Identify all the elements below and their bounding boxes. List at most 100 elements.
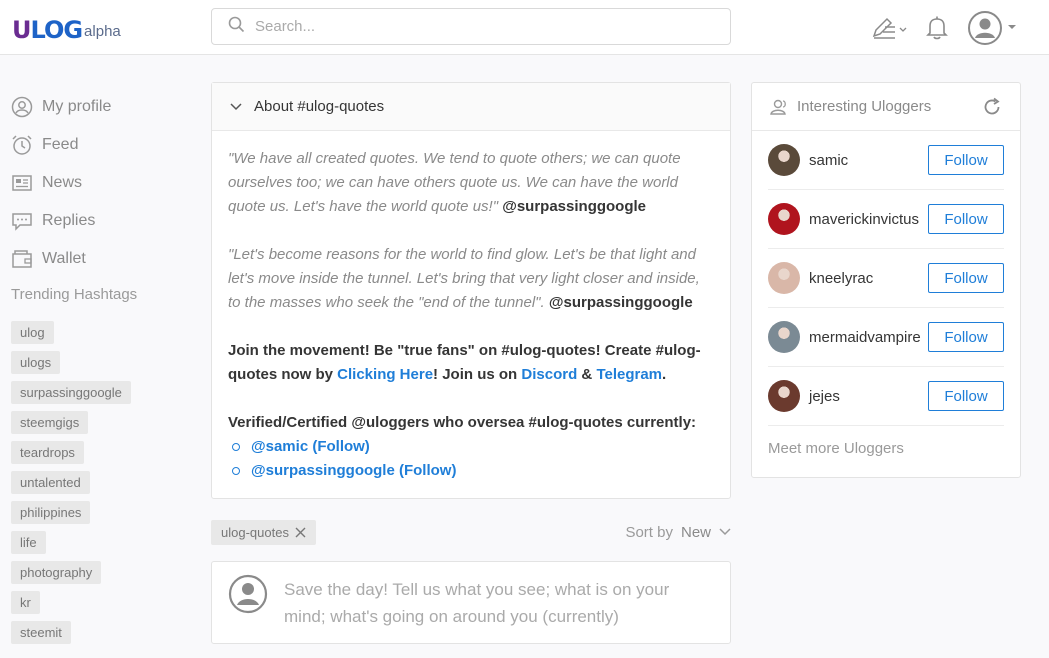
nav-news[interactable]: News [11,164,191,202]
trending-hashtags-title: Trending Hashtags [11,286,138,303]
uloggers-header: Interesting Uloggers [752,83,1020,131]
refresh-icon[interactable] [982,97,1002,117]
news-icon [12,175,32,191]
ulogger-info: jejes [768,380,840,412]
about-body: "We have all created quotes. We tend to … [212,131,730,483]
ulogger-name[interactable]: mermaidvampire [809,329,921,346]
nav-label: Wallet [42,250,86,267]
join-text: ! Join us on [433,366,518,383]
tag-chip[interactable]: teardrops [11,441,84,464]
about-header[interactable]: About #ulog-quotes [212,83,730,131]
ulogger-row: maverickinvictus Follow [768,190,1004,249]
tag-chip[interactable]: ulog [11,321,54,344]
compose-box[interactable]: Save the day! Tell us what you see; what… [211,561,731,644]
tag-chip[interactable]: untalented [11,471,90,494]
telegram-link[interactable]: Telegram [596,366,662,383]
clock-icon [12,135,32,155]
nav-label: Feed [42,136,79,153]
top-header: ULOG alpha [0,0,1049,55]
user-avatar-icon [228,574,268,614]
interesting-uloggers-card: Interesting Uloggers samic Follow maveri… [751,82,1021,478]
join-paragraph: Join the movement! Be "true fans" on #ul… [228,339,714,387]
ulogger-row: samic Follow [768,131,1004,190]
nav-label: Replies [42,212,96,229]
verified-list: @samic (Follow) @surpassinggoogle (Follo… [228,435,714,483]
ulogger-row: kneelyrac Follow [768,249,1004,308]
tag-chip[interactable]: steemgigs [11,411,89,434]
meet-more-uloggers-link[interactable]: Meet more Uloggers [768,440,1004,457]
join-amp: & [581,366,593,383]
ulogger-avatar[interactable] [768,203,800,235]
tag-chip[interactable]: steemit [11,621,71,644]
search-input[interactable] [255,18,695,35]
verified-title: Verified/Certified @uloggers who oversea… [228,414,697,431]
uloggers-title: Interesting Uloggers [797,98,932,115]
tag-chip[interactable]: philippines [11,501,91,524]
users-icon [770,99,786,115]
sort-value: New [680,523,711,541]
search-box[interactable] [211,8,731,45]
active-tag-chip[interactable]: ulog-quotes [211,519,316,545]
ulogger-info: kneelyrac [768,262,873,294]
tag-chip[interactable]: surpassinggoogle [11,381,131,404]
ulogger-avatar[interactable] [768,262,800,294]
ulogger-row: jejes Follow [768,367,1004,426]
join-end: . [662,366,667,383]
follow-button[interactable]: Follow [928,322,1004,352]
ulogger-info: samic [768,144,848,176]
tag-chip[interactable]: life [11,531,46,554]
sort-control[interactable]: Sort by New [625,524,731,541]
active-tag-label: ulog-quotes [221,524,289,540]
chevron-down-icon [230,102,242,110]
ulogger-avatar[interactable] [768,144,800,176]
close-icon[interactable] [295,527,306,538]
uloggers-list: samic Follow maverickinvictus Follow kne… [752,131,1020,426]
nav-feed[interactable]: Feed [11,126,191,164]
logo-mark: ULOG [12,16,83,44]
tag-chip[interactable]: ulogs [11,351,61,374]
ulog-logo[interactable]: ULOG alpha [12,12,121,48]
nav-replies[interactable]: Replies [11,202,191,240]
follow-button[interactable]: Follow [928,204,1004,234]
quote-paragraph-1: "We have all created quotes. We tend to … [228,147,714,219]
ulogger-name[interactable]: kneelyrac [809,270,873,287]
verified-user-link[interactable]: @surpassinggoogle (Follow) [251,459,456,483]
trending-tags-list: ulog ulogs surpassinggoogle steemgigs te… [11,321,191,651]
search-icon [228,16,245,38]
chat-icon [12,213,32,231]
sort-label: Sort by [625,523,673,541]
about-title: About #ulog-quotes [254,98,385,115]
ulogger-info: mermaidvampire [768,321,921,353]
follow-button[interactable]: Follow [928,381,1004,411]
ulogger-row: mermaidvampire Follow [768,308,1004,367]
ulogger-info: maverickinvictus [768,203,919,235]
wallet-icon [12,250,32,268]
nav-label: My profile [42,98,112,115]
ulogger-avatar[interactable] [768,380,800,412]
tag-chip[interactable]: kr [11,591,40,614]
follow-button[interactable]: Follow [928,263,1004,293]
ulogger-name[interactable]: samic [809,152,848,169]
verified-user-link[interactable]: @samic (Follow) [251,435,370,459]
write-post-icon[interactable] [871,15,907,41]
nav-my-profile[interactable]: My profile [11,88,191,126]
verified-item: @surpassinggoogle (Follow) [232,459,714,483]
bell-icon[interactable] [925,15,949,41]
ulogger-avatar[interactable] [768,321,800,353]
chevron-down-icon [719,528,731,536]
nav-wallet[interactable]: Wallet [11,240,191,278]
ulogger-name[interactable]: maverickinvictus [809,211,919,228]
left-sidebar: My profile Feed News Replies Wallet Tren… [11,88,191,651]
user-menu-avatar-icon[interactable] [967,10,1019,46]
clicking-here-link[interactable]: Clicking Here [337,366,433,383]
uloggers-title-wrap: Interesting Uloggers [770,98,931,116]
compose-placeholder[interactable]: Save the day! Tell us what you see; what… [284,576,714,633]
ulogger-name[interactable]: jejes [809,388,840,405]
follow-button[interactable]: Follow [928,145,1004,175]
discord-link[interactable]: Discord [521,366,577,383]
filter-row: ulog-quotes Sort by New [211,519,731,545]
quote-author[interactable]: @surpassinggoogle [549,294,693,311]
quote-author[interactable]: @surpassinggoogle [502,198,646,215]
tag-chip[interactable]: photography [11,561,102,584]
logo-alpha-label: alpha [84,22,121,40]
